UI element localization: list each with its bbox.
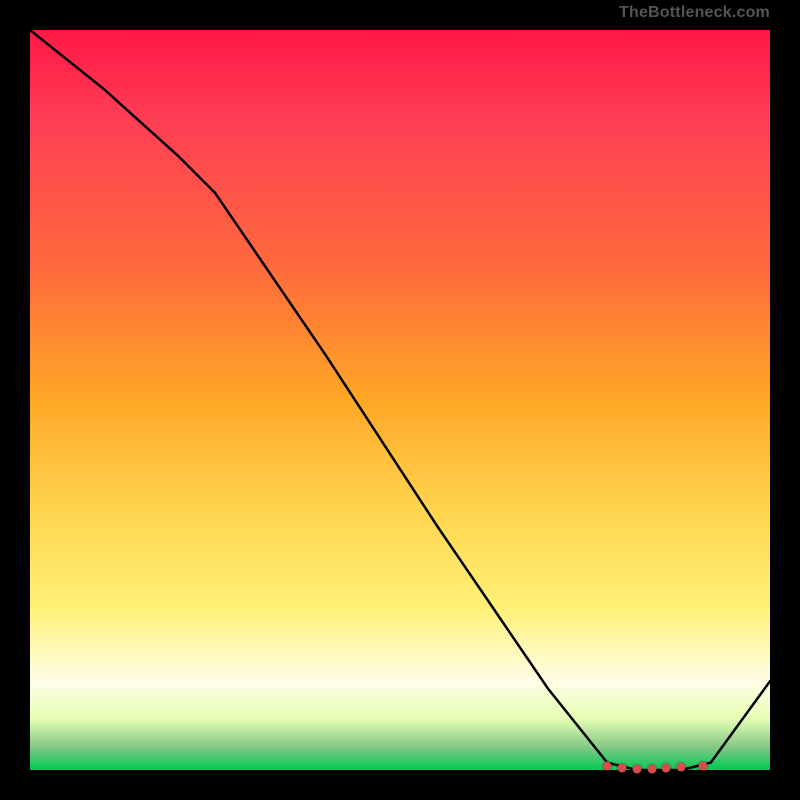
series-marker <box>699 761 708 770</box>
series-marker <box>603 762 612 771</box>
watermark-text: TheBottleneck.com <box>619 4 770 22</box>
chart-frame: TheBottleneck.com <box>0 0 800 800</box>
curve-path <box>30 30 770 770</box>
series-marker <box>618 763 627 772</box>
series-marker <box>632 764 641 773</box>
line-series <box>30 30 770 770</box>
series-marker <box>647 764 656 773</box>
series-marker <box>677 763 686 772</box>
series-marker <box>662 763 671 772</box>
plot-area <box>30 30 770 770</box>
